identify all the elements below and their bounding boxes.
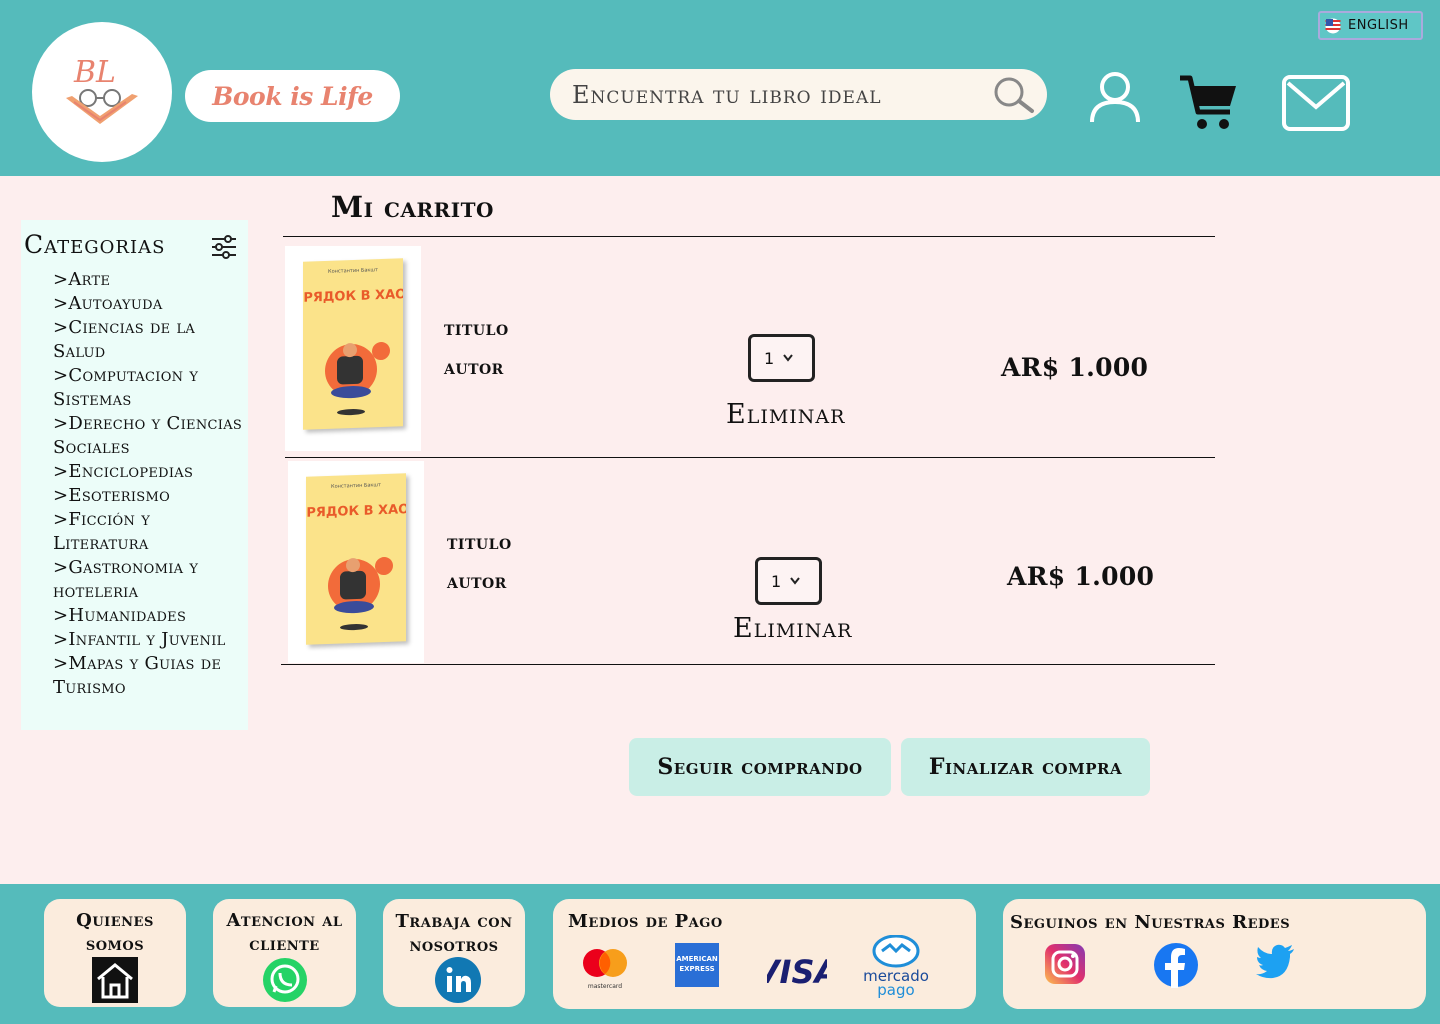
remove-button[interactable]: Eliminar xyxy=(733,613,852,644)
svg-text:AMERICAN: AMERICAN xyxy=(676,955,718,963)
continue-shopping-button[interactable]: Seguir comprando xyxy=(629,738,891,796)
item-price: AR$ 1.000 xyxy=(1001,353,1149,382)
remove-button[interactable]: Eliminar xyxy=(726,399,845,430)
brand-pill[interactable]: Book is Life xyxy=(185,70,400,122)
search-icon[interactable] xyxy=(989,75,1037,115)
item-price: AR$ 1.000 xyxy=(1007,562,1155,591)
logo[interactable]: BL xyxy=(32,22,172,162)
mercado-pago-icon: mercado pago xyxy=(863,935,929,999)
social-card: Seguinos en Nuestras Redes xyxy=(1003,899,1426,1009)
quantity-value: 1 xyxy=(764,348,775,368)
svg-text:pago: pago xyxy=(877,981,914,999)
quantity-value: 1 xyxy=(771,571,782,591)
amex-icon: AMERICAN EXPRESS xyxy=(675,943,719,987)
language-button[interactable]: ENGLISH xyxy=(1318,11,1423,40)
category-item[interactable]: >Derecho y Ciencias Sociales xyxy=(53,412,245,460)
visa-icon: VISA xyxy=(767,953,827,991)
category-item[interactable]: >Gastronomia y hoteleria xyxy=(53,556,245,604)
category-item[interactable]: >Mapas y Guias de Turismo xyxy=(53,652,245,700)
book-glasses-logo-icon: BL xyxy=(66,55,138,124)
divider xyxy=(285,457,1215,458)
svg-text:Константин Бакшт: Константин Бакшт xyxy=(331,482,381,490)
quantity-select[interactable]: 1 xyxy=(748,334,815,382)
filter-icon[interactable] xyxy=(211,234,237,260)
category-item[interactable]: >Humanidades xyxy=(53,604,245,628)
instagram-icon[interactable] xyxy=(1045,944,1085,984)
divider xyxy=(281,664,1215,665)
facebook-icon[interactable] xyxy=(1153,942,1199,988)
svg-text:Константин Бакшт: Константин Бакшт xyxy=(328,267,378,275)
divider xyxy=(283,236,1215,237)
category-item[interactable]: >Esoterismo xyxy=(53,484,245,508)
category-sidebar: Categorias >Arte >Autoayuda >Ciencias de… xyxy=(21,220,248,730)
category-item[interactable]: >Computacion y Sistemas xyxy=(53,364,245,412)
checkout-button[interactable]: Finalizar compra xyxy=(901,738,1150,796)
cart-icon[interactable] xyxy=(1178,74,1240,132)
sidebar-title: Categorias xyxy=(24,230,166,259)
category-item[interactable]: >Ficción y Literatura xyxy=(53,508,245,556)
payment-methods-card: Medios de Pago mastercard AMERICAN EXPRE… xyxy=(553,899,976,1009)
category-item[interactable]: >Arte xyxy=(53,268,245,292)
header: BL Book is Life Encuentra tu libro ideal… xyxy=(0,0,1440,176)
whatsapp-icon xyxy=(263,958,307,1002)
linkedin-icon xyxy=(435,957,481,1003)
chevron-down-icon xyxy=(783,354,793,362)
book-cover-art: Константин Бакшт ПОРЯДОК В ХАОСЕ xyxy=(281,267,425,416)
category-item[interactable]: >Enciclopedias xyxy=(53,460,245,484)
us-flag-icon xyxy=(1325,18,1341,33)
quantity-select[interactable]: 1 xyxy=(755,557,822,605)
category-list: >Arte >Autoayuda >Ciencias de la Salud >… xyxy=(53,268,245,700)
chevron-down-icon xyxy=(790,577,800,585)
about-label: Quienes somos xyxy=(76,910,154,955)
category-item[interactable]: >Ciencias de la Salud xyxy=(53,316,245,364)
svg-text:EXPRESS: EXPRESS xyxy=(679,965,714,973)
item-title: titulo xyxy=(447,530,512,554)
payments-title: Medios de Pago xyxy=(568,911,723,932)
mastercard-icon: mastercard xyxy=(583,949,627,990)
category-item[interactable]: >Infantil y Juvenil xyxy=(53,628,245,652)
footer: Quienes somos Atencion al cliente Trabaj… xyxy=(0,884,1440,1024)
jobs-card[interactable]: Trabaja con nosotros xyxy=(383,899,525,1007)
svg-text:ПОРЯДОК В ХАОСЕ: ПОРЯДОК В ХАОСЕ xyxy=(303,287,403,307)
item-author: autor xyxy=(447,569,507,593)
support-label: Atencion al cliente xyxy=(226,910,343,955)
jobs-label: Trabaja con nosotros xyxy=(395,911,513,956)
svg-text:ПОРЯДОК В ХАОСЕ: ПОРЯДОК В ХАОСЕ xyxy=(306,502,406,522)
item-author: autor xyxy=(444,355,504,379)
support-card[interactable]: Atencion al cliente xyxy=(213,899,356,1007)
svg-text:mastercard: mastercard xyxy=(588,983,622,990)
book-cover-image[interactable]: Константин Бакшт ПОРЯДОК В ХАОСЕ xyxy=(284,461,428,663)
book-cover-image[interactable]: Константин Бакшт ПОРЯДОК В ХАОСЕ xyxy=(281,246,425,451)
mail-icon[interactable] xyxy=(1282,75,1350,131)
twitter-icon[interactable] xyxy=(1256,944,1296,980)
search-bar[interactable] xyxy=(550,69,1047,120)
page-title: Mi carrito xyxy=(331,190,494,224)
svg-text:VISA: VISA xyxy=(767,953,827,991)
about-card[interactable]: Quienes somos xyxy=(44,899,186,1007)
book-cover-art: Константин Бакшт ПОРЯДОК В ХАОСЕ xyxy=(284,482,428,631)
category-item[interactable]: >Autoayuda xyxy=(53,292,245,316)
social-title: Seguinos en Nuestras Redes xyxy=(1010,912,1291,933)
svg-text:BL: BL xyxy=(73,55,116,90)
brand-name: Book is Life xyxy=(212,81,373,111)
item-title: titulo xyxy=(444,316,509,340)
search-input[interactable] xyxy=(572,80,972,109)
home-icon xyxy=(92,957,138,1003)
user-icon[interactable] xyxy=(1088,70,1142,124)
language-label: ENGLISH xyxy=(1348,18,1409,33)
